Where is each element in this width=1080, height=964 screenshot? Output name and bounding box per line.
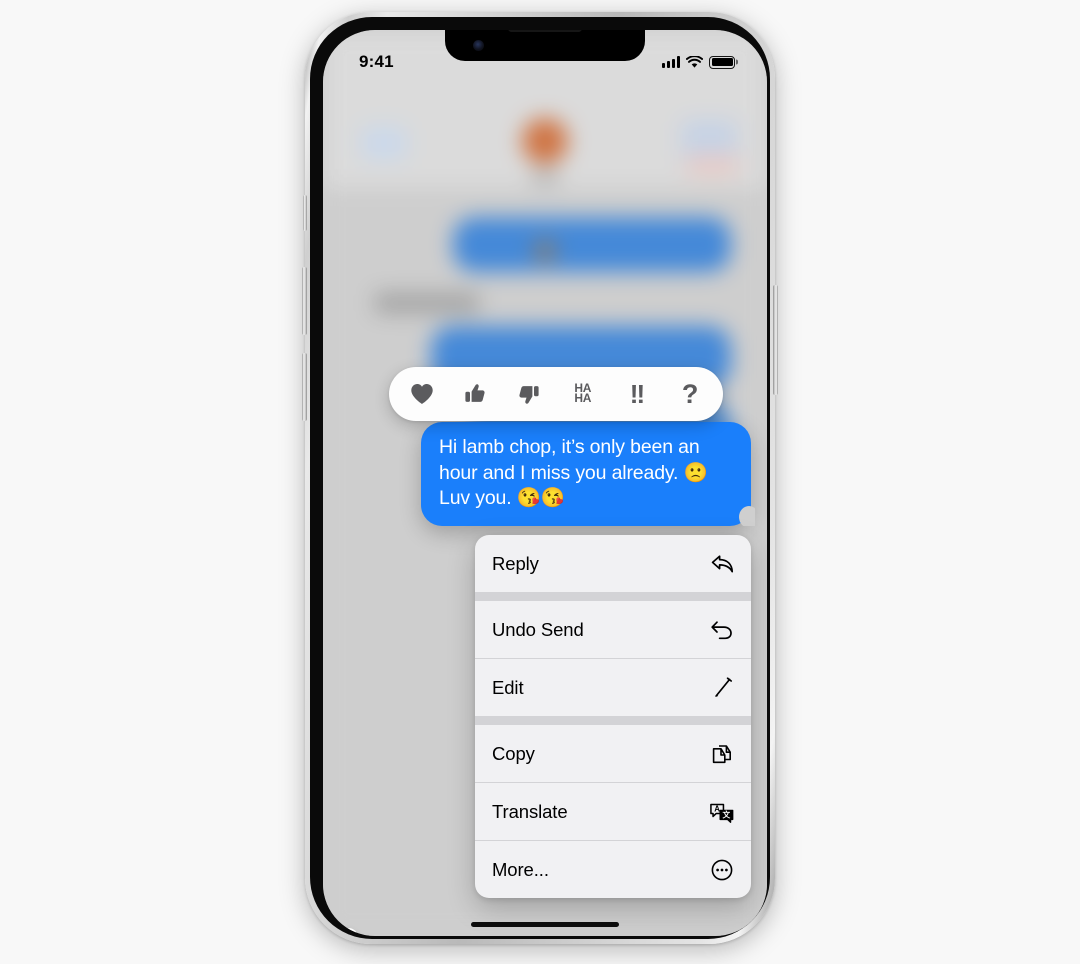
menu-item-label: More... [492,858,549,880]
wifi-icon [686,55,703,68]
svg-text:文: 文 [723,809,731,819]
tapback-heart-button[interactable] [402,374,442,414]
ellipsis-circle-icon [709,857,735,883]
home-indicator[interactable] [471,922,619,927]
menu-item-label: Copy [492,742,535,764]
earpiece-speaker [508,30,582,32]
translate-icon: A 文 [709,799,735,825]
battery-full-icon [709,55,735,69]
screenshot-stage: 9:41 HA HA !! ? Hi lamb chop, it’s only … [0,0,1080,964]
cellular-signal-icon [662,56,680,68]
mute-switch-button[interactable] [303,195,307,231]
thumbs-up-icon [465,384,486,402]
double-exclamation-icon: !! [629,379,645,409]
menu-item-more[interactable]: More... [475,841,751,898]
question-mark-icon: ? [681,378,699,409]
undo-arrow-icon [709,617,735,643]
tapback-question-button[interactable]: ? [670,374,710,414]
side-power-button[interactable] [773,285,778,395]
message-text-line-2: hour and I miss you already. 🙁 [439,461,708,484]
menu-item-label: Edit [492,676,524,698]
copy-documents-icon [709,741,735,767]
thumbs-down-icon [519,386,539,404]
tapback-exclamation-button[interactable]: !! [616,374,656,414]
tapback-thumbs-up-button[interactable] [455,374,495,414]
heart-icon [411,384,433,404]
volume-up-button[interactable] [302,267,307,335]
reply-arrow-icon [709,551,735,577]
display-notch [445,30,645,61]
menu-item-label: Undo Send [492,618,584,640]
menu-item-reply[interactable]: Reply [475,535,751,592]
menu-item-label: Reply [492,552,539,574]
volume-down-button[interactable] [302,353,307,421]
bubble-tail [733,503,755,526]
message-context-menu[interactable]: Reply Undo Send Edit Copy Translate A 文 … [475,535,751,898]
menu-item-copy[interactable]: Copy [475,725,751,782]
status-bar-indicators [662,55,735,69]
device-screen: 9:41 HA HA !! ? Hi lamb chop, it’s only … [323,30,767,936]
menu-item-label: Translate [492,800,568,822]
front-camera-icon [473,40,484,51]
svg-text:A: A [714,804,720,813]
iphone-device-frame: 9:41 HA HA !! ? Hi lamb chop, it’s only … [302,12,778,944]
menu-group-divider [475,716,751,725]
message-text-line-3: Luv you. 😘😘 [439,487,566,509]
status-bar-clock: 9:41 [359,52,394,71]
focused-message-bubble[interactable]: Hi lamb chop, it’s only been an hour and… [421,422,755,526]
tapback-reaction-bar[interactable]: HA HA !! ? [389,367,723,421]
menu-item-translate[interactable]: Translate A 文 [475,783,751,840]
message-text-line-1: Hi lamb chop, it’s only been an [439,436,700,458]
tapback-thumbs-down-button[interactable] [509,374,549,414]
menu-item-undo-send[interactable]: Undo Send [475,601,751,658]
menu-group-divider [475,592,751,601]
haha-icon: HA HA [574,381,592,405]
menu-item-edit[interactable]: Edit [475,659,751,716]
tapback-haha-button[interactable]: HA HA [563,374,603,414]
pencil-icon [709,675,735,701]
device-bezel: 9:41 HA HA !! ? Hi lamb chop, it’s only … [310,17,770,939]
